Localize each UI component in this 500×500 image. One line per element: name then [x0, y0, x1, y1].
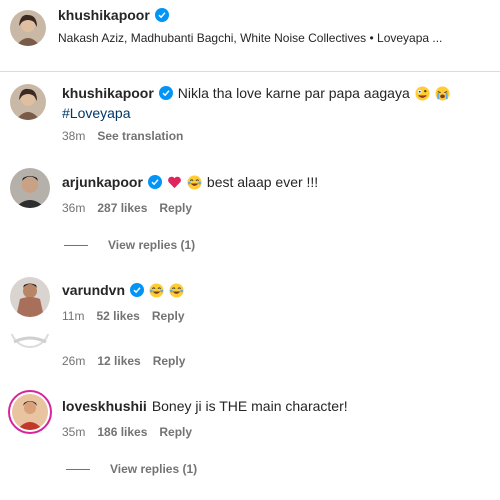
avatar: [12, 394, 48, 430]
comment-avatar[interactable]: [10, 277, 50, 317]
tears-of-joy-icon: [187, 174, 202, 190]
verified-badge-icon: [154, 8, 169, 22]
comment-text: best alaap ever !!!: [206, 174, 319, 190]
caption-avatar[interactable]: [10, 84, 46, 120]
comment-meta: 36m 287 likes Reply: [62, 201, 192, 215]
view-replies-divider: [66, 468, 90, 470]
comment-timestamp[interactable]: 35m: [62, 425, 85, 439]
caption-meta: 38m See translation: [62, 129, 183, 143]
view-replies-button[interactable]: View replies (1): [66, 462, 197, 476]
red-heart-icon: [168, 176, 181, 188]
hashtag-link[interactable]: #Loveyapa: [62, 103, 131, 123]
view-replies-divider: [64, 244, 88, 246]
comment-line: arjunkapoor best alaap ever !!!: [62, 172, 318, 192]
caption-timestamp[interactable]: 38m: [62, 129, 85, 143]
see-translation-button[interactable]: See translation: [97, 129, 183, 143]
comment-like-count[interactable]: 52 likes: [96, 309, 139, 323]
comment-timestamp[interactable]: 26m: [62, 354, 85, 368]
post-header: khushikapoor Nakash Aziz, Madhubanti Bag…: [0, 0, 500, 72]
caption-text: Nikla tha love karne par papa aagaya: [177, 85, 410, 101]
comment-avatar-story-ring[interactable]: [8, 390, 52, 434]
comment-username[interactable]: loveskhushii: [62, 396, 147, 416]
view-replies-label: View replies (1): [110, 462, 198, 476]
reply-button[interactable]: Reply: [159, 425, 192, 439]
tears-of-joy-icon: [169, 282, 184, 298]
tears-of-joy-icon: [149, 282, 164, 298]
comment-avatar[interactable]: [10, 168, 50, 208]
comment-meta: 26m 12 likes Reply: [62, 354, 185, 368]
comment-timestamp[interactable]: 36m: [62, 201, 85, 215]
comment-line: loveskhushii Boney ji is THE main charac…: [62, 396, 348, 416]
reply-button[interactable]: Reply: [159, 201, 192, 215]
zany-face-icon: [415, 85, 430, 101]
avatar[interactable]: [10, 10, 46, 46]
comment-like-count[interactable]: 287 likes: [97, 201, 147, 215]
comment-meta: 35m 186 likes Reply: [62, 425, 192, 439]
post-author[interactable]: khushikapoor: [58, 7, 169, 23]
verified-badge-icon: [158, 86, 173, 100]
reply-button[interactable]: Reply: [152, 309, 185, 323]
comment-username[interactable]: varundvn: [62, 280, 125, 300]
loudly-crying-face-icon: [435, 85, 450, 101]
reply-button[interactable]: Reply: [153, 354, 186, 368]
comment-like-count[interactable]: 186 likes: [97, 425, 147, 439]
comment-timestamp[interactable]: 11m: [62, 309, 84, 323]
caption-line: khushikapoor Nikla tha love karne par pa…: [62, 83, 450, 103]
verified-badge-icon: [147, 175, 162, 189]
view-replies-button[interactable]: View replies (1): [64, 238, 195, 252]
caption-username[interactable]: khushikapoor: [62, 83, 154, 103]
caption-hashtag-line: #Loveyapa: [62, 103, 131, 123]
comment-username[interactable]: arjunkapoor: [62, 172, 143, 192]
post-author-username[interactable]: khushikapoor: [58, 7, 150, 23]
comment-like-count[interactable]: 12 likes: [97, 354, 140, 368]
comment-avatar-clipped[interactable]: [10, 334, 50, 348]
comment-text: Boney ji is THE main character!: [151, 398, 348, 414]
comment-meta: 11m 52 likes Reply: [62, 309, 185, 323]
comment-line: varundvn: [62, 280, 184, 300]
post-audio-credits[interactable]: Nakash Aziz, Madhubanti Bagchi, White No…: [58, 31, 498, 45]
view-replies-label: View replies (1): [108, 238, 196, 252]
verified-badge-icon: [130, 283, 145, 297]
